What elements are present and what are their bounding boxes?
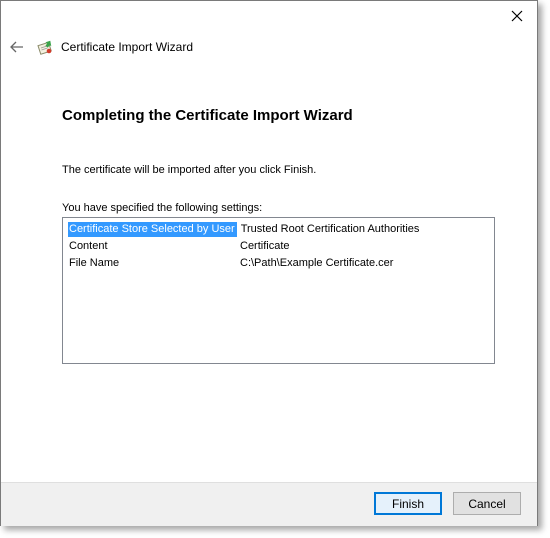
close-icon (511, 10, 523, 22)
page-heading: Completing the Certificate Import Wizard (62, 107, 353, 124)
settings-row-value: Trusted Root Certification Authorities (240, 223, 420, 235)
settings-row[interactable]: Content Certificate (68, 238, 290, 255)
settings-row-key: Certificate Store Selected by User (68, 222, 237, 237)
settings-row[interactable]: File Name C:\Path\Example Certificate.ce… (68, 255, 393, 272)
certificate-wizard-icon (37, 40, 52, 55)
settings-label: You have specified the following setting… (62, 202, 263, 214)
close-button[interactable] (503, 3, 531, 29)
window-title: Certificate Import Wizard (61, 40, 194, 54)
settings-row-key: Content (69, 240, 108, 252)
settings-row-key: File Name (69, 257, 120, 269)
intro-text: The certificate will be imported after y… (62, 164, 317, 176)
back-arrow-icon (10, 41, 23, 53)
settings-row-value: C:\Path\Example Certificate.cer (240, 257, 394, 269)
settings-row[interactable]: Certificate Store Selected by User Trust… (68, 221, 419, 238)
finish-button[interactable]: Finish (374, 492, 442, 515)
certificate-import-wizard-dialog: Certificate Import Wizard Completing the… (0, 0, 538, 526)
back-button[interactable] (9, 39, 25, 55)
settings-list[interactable]: Certificate Store Selected by User Trust… (62, 217, 495, 364)
wizard-header: Certificate Import Wizard (9, 37, 193, 57)
settings-row-value: Certificate (240, 240, 290, 252)
button-bar: Finish Cancel (1, 482, 537, 526)
cancel-button[interactable]: Cancel (453, 492, 521, 515)
